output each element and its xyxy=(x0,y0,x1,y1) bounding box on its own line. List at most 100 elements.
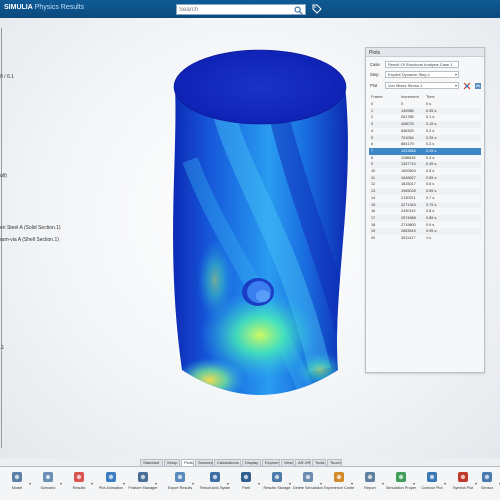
chevron-down-icon[interactable]: ▾ xyxy=(227,481,229,486)
toolbar-button[interactable]: Simulation Properties▾ xyxy=(386,469,416,499)
frame-row[interactable]: 5 701054 0.25 s xyxy=(369,134,481,142)
frame-row[interactable]: 9 1347710 0.45 s xyxy=(369,161,481,168)
frame-row[interactable]: 18 2719800 0.9 s xyxy=(369,222,481,229)
frame-cell: 15 xyxy=(371,202,376,207)
search-input[interactable] xyxy=(179,5,289,14)
toolbar-button-label: Plot Animation xyxy=(98,486,124,490)
frame-row[interactable]: 2 261785 0.1 s xyxy=(369,114,481,121)
increment-cell: 1815017 xyxy=(401,182,416,187)
chevron-down-icon[interactable]: ▾ xyxy=(60,481,62,486)
frame-cell: 16 xyxy=(371,209,376,214)
frame-cell: 0 xyxy=(371,102,374,106)
cylinder-top-face xyxy=(173,49,347,125)
toolbar-button[interactable]: Feature Manager ▾ xyxy=(128,469,158,499)
toolbar-button[interactable]: Delete Simulation R.▾ xyxy=(293,469,323,499)
tab[interactable]: Standard xyxy=(140,459,163,466)
toolbar-button-label: Experience Content xyxy=(324,486,354,490)
frame-row[interactable]: 1 130985 0.05 s xyxy=(369,107,481,115)
tag-icon[interactable] xyxy=(312,4,322,14)
toolbar-button[interactable]: Results ▾ xyxy=(64,469,94,499)
tree-item[interactable]: .1 xyxy=(0,345,4,351)
chevron-down-icon[interactable]: ▾ xyxy=(444,481,446,486)
frame-row[interactable]: 16 2430119 0.8 s xyxy=(369,208,481,215)
tab[interactable]: Explore xyxy=(262,459,280,466)
step-label: Step xyxy=(370,72,379,77)
frame-row[interactable]: 14 2130971 0.7 s xyxy=(369,195,481,202)
toolbar-button[interactable]: Export Results ▾ xyxy=(165,469,195,499)
chevron-down-icon[interactable]: ▾ xyxy=(455,83,457,88)
time-cell: 0.75 s xyxy=(426,202,437,207)
toolbar-button[interactable]: Sensor ▾ xyxy=(472,469,500,499)
frame-row[interactable]: 15 2271344 0.75 s xyxy=(369,201,481,209)
chevron-down-icon[interactable]: ▾ xyxy=(123,481,125,486)
time-cell: 0.1 s xyxy=(426,115,435,120)
chevron-down-icon[interactable]: ▾ xyxy=(351,481,353,486)
plot-settings-icon[interactable] xyxy=(463,82,471,90)
chevron-down-icon[interactable]: ▾ xyxy=(455,72,457,77)
case-field[interactable]: Result Of Structural Analysis Case.1 xyxy=(385,61,459,68)
toolbar-button[interactable]: Result Axis System ▾ xyxy=(200,469,230,499)
chevron-down-icon[interactable]: ▾ xyxy=(289,481,291,486)
step-dropdown[interactable]: Explicit Dynamic Step.1 ▾ xyxy=(385,71,459,78)
toolbar-button-label: Model xyxy=(11,486,23,490)
chevron-down-icon[interactable]: ▾ xyxy=(258,481,260,486)
frame-row[interactable]: 11 1648627 0.55 s xyxy=(369,174,481,182)
frame-row[interactable]: 13 1965028 0.65 s xyxy=(369,188,481,195)
frame-row[interactable]: 19 2863519 0.95 s xyxy=(369,228,481,235)
tree-item[interactable]: ram-via A (Shell Section.1) xyxy=(0,237,59,243)
toolbar-button[interactable]: Report ▾ xyxy=(355,469,385,499)
frame-row[interactable]: 10 1500504 0.5 s xyxy=(369,168,481,175)
tab[interactable]: Tools xyxy=(312,459,326,466)
time-cell: 0.8 s xyxy=(426,209,435,214)
increment-cell: 2130971 xyxy=(401,195,416,200)
toolbar-button[interactable]: Model ▾ xyxy=(2,469,32,499)
toolbar-button[interactable]: Contour Plot ▾ xyxy=(417,469,447,499)
toolbar-button-label: Simulation Properties xyxy=(386,486,416,490)
tab[interactable]: Sensors xyxy=(195,459,213,466)
frame-row[interactable]: 12 1815017 0.6 s xyxy=(369,181,481,188)
chevron-down-icon[interactable]: ▾ xyxy=(91,481,93,486)
frame-row[interactable]: 6 864179 0.3 s xyxy=(369,141,481,148)
deformed-cylinder-contour-plot[interactable] xyxy=(160,40,360,410)
plot-dropdown[interactable]: Von Mises Stress.1 ▾ xyxy=(385,82,459,89)
frame-cell: 8 xyxy=(371,155,374,160)
model-icon xyxy=(12,472,22,482)
chevron-down-icon[interactable]: ▾ xyxy=(320,481,322,486)
time-cell: 0.2 s xyxy=(426,128,435,133)
chevron-down-icon[interactable]: ▾ xyxy=(413,481,415,486)
chevron-down-icon[interactable]: ▾ xyxy=(192,481,194,486)
frame-row[interactable]: 8 1186618 0.4 s xyxy=(369,155,481,162)
tab[interactable]: View xyxy=(281,459,294,466)
tab[interactable]: Calculations xyxy=(214,459,241,466)
frame-cell: 5 xyxy=(371,135,374,140)
tab[interactable]: Setup xyxy=(164,459,180,466)
toolbar-button[interactable]: Plot Animation ▾ xyxy=(96,469,126,499)
frame-row[interactable]: 3 408076 0.15 s xyxy=(369,121,481,128)
tab[interactable]: Touch xyxy=(327,459,342,466)
app-title: SIMULIA Physics Results xyxy=(4,4,84,11)
time-cell: 0.45 s xyxy=(426,162,437,167)
toolbar-button[interactable]: Scenario ▾ xyxy=(33,469,63,499)
toolbar-button[interactable]: Experience Content▾ xyxy=(324,469,354,499)
frame-row[interactable]: 0 0 0 s xyxy=(369,101,481,108)
tree-item[interactable]: 0 / 6.1 xyxy=(0,74,14,80)
toolbar-button[interactable]: Results Storage ▾ xyxy=(262,469,292,499)
tree-item[interactable]: en Steel A (Solid Section.1) xyxy=(0,225,61,231)
chevron-down-icon[interactable]: ▾ xyxy=(155,481,157,486)
frame-row[interactable]: 20 3011417 1 s xyxy=(369,235,481,242)
tab[interactable]: AR-VR xyxy=(295,459,311,466)
plot-options-icon[interactable] xyxy=(474,82,482,90)
search-icon[interactable] xyxy=(294,6,303,15)
toolbar-button[interactable]: Path ▾ xyxy=(231,469,261,499)
chevron-down-icon[interactable]: ▾ xyxy=(29,481,31,486)
frame-row[interactable]: 4 546329 0.2 s xyxy=(369,128,481,135)
tree-item[interactable]: ult) xyxy=(0,173,7,179)
search-box[interactable] xyxy=(176,4,306,15)
chevron-down-icon[interactable]: ▾ xyxy=(382,481,384,486)
time-cell: 0.4 s xyxy=(426,155,435,160)
frame-row[interactable]: 7 1023566 0.35 s xyxy=(369,147,481,155)
tab[interactable]: Display xyxy=(242,459,261,466)
sensor-icon xyxy=(482,472,492,482)
tab[interactable]: Plots xyxy=(181,459,194,466)
frame-row[interactable]: 17 2574888 0.85 s xyxy=(369,214,481,222)
